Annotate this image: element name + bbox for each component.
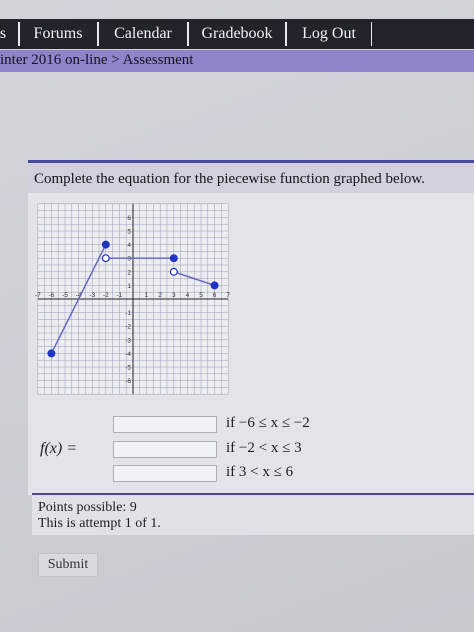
y-tick-label: 4 <box>127 242 131 249</box>
closed-endpoint-3 <box>210 281 219 290</box>
x-tick-label: -5 <box>62 292 68 299</box>
y-tick-label: -5 <box>125 365 131 372</box>
top-nav-bar: s Forums Calendar Gradebook Log Out <box>0 19 474 49</box>
y-tick-label: 1 <box>127 283 131 290</box>
y-tick-label: 3 <box>127 256 131 263</box>
x-tick-label: 4 <box>186 292 190 299</box>
x-tick-label: -2 <box>103 292 109 299</box>
y-tick-label: 2 <box>127 269 131 276</box>
open-endpoint-3 <box>169 267 178 276</box>
y-tick-label: -2 <box>125 324 131 331</box>
y-tick-label: -1 <box>125 310 131 317</box>
x-tick-label: 3 <box>172 292 176 299</box>
answer-input-2[interactable] <box>113 441 217 458</box>
breadcrumb-bar: inter 2016 on-line > Assessment <box>0 50 474 72</box>
answer-input-3[interactable] <box>113 465 217 482</box>
condition-1: if −6 ≤ x ≤ −2 <box>226 415 310 431</box>
closed-endpoint-2 <box>169 254 178 263</box>
closed-endpoint-1 <box>101 240 110 249</box>
question-card: Complete the equation for the piecewise … <box>28 160 474 495</box>
x-tick-label: 2 <box>158 292 162 299</box>
y-tick-label: 5 <box>127 229 131 236</box>
question-header: Complete the equation for the piecewise … <box>28 163 474 193</box>
open-endpoint-2 <box>101 254 110 263</box>
function-label: f(x) = <box>40 440 77 457</box>
points-info: Points possible: 9 This is attempt 1 of … <box>32 493 474 535</box>
nav-logout[interactable]: Log Out <box>286 22 372 46</box>
closed-endpoint-1 <box>47 349 56 358</box>
y-tick-label: 6 <box>127 215 131 222</box>
x-tick-label: 1 <box>145 292 149 299</box>
x-tick-label: 6 <box>213 292 217 299</box>
y-tick-label: -3 <box>125 337 131 344</box>
x-tick-label: -6 <box>49 292 55 299</box>
x-tick-label: 7 <box>226 292 230 299</box>
x-tick-label: -1 <box>117 292 123 299</box>
nav-gradebook[interactable]: Gradebook <box>188 22 286 46</box>
nav-item-partial[interactable]: s <box>0 22 20 46</box>
x-tick-label: -3 <box>89 292 95 299</box>
nav-calendar[interactable]: Calendar <box>98 22 188 46</box>
submit-button[interactable]: Submit <box>38 553 98 577</box>
answer-input-1[interactable] <box>113 416 217 433</box>
y-tick-label: -4 <box>125 351 131 358</box>
y-tick-label: -6 <box>125 378 131 385</box>
points-possible: Points possible: 9 <box>38 500 137 515</box>
condition-3: if 3 < x ≤ 6 <box>226 464 294 480</box>
question-prompt: Complete the equation for the piecewise … <box>34 171 425 187</box>
breadcrumb[interactable]: inter 2016 on-line > Assessment <box>0 52 193 69</box>
condition-2: if −2 < x ≤ 3 <box>226 440 302 456</box>
piecewise-graph: -7 -6 -5 -4 -3 -2 -1 1 2 3 4 5 6 7654321-1-2-3-4-5-6 <box>35 203 230 395</box>
x-tick-label: 5 <box>199 292 203 299</box>
x-tick-label: -7 <box>35 292 41 299</box>
nav-forums[interactable]: Forums <box>18 22 98 46</box>
attempt-status: This is attempt 1 of 1. <box>38 516 161 531</box>
